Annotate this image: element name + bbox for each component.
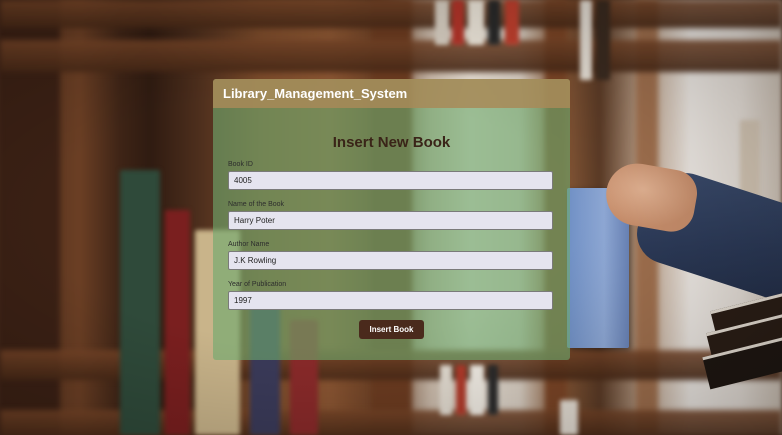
form-title: Insert New Book (332, 134, 451, 151)
publication-year-label: Year of Publication (228, 281, 287, 288)
publication-year-field-group: Year of Publication (228, 281, 553, 310)
insert-book-card: Library_Management_System Insert New Boo… (213, 79, 570, 360)
book-id-label: Book ID (228, 161, 253, 168)
card-header: Library_Management_System (213, 79, 570, 108)
insert-book-button[interactable]: Insert Book (359, 320, 424, 339)
app-title: Library_Management_System (223, 86, 408, 101)
book-id-field-group: Book ID (228, 161, 553, 190)
book-name-input[interactable] (228, 211, 553, 230)
author-name-label: Author Name (228, 241, 270, 248)
author-name-field-group: Author Name (228, 241, 553, 270)
book-id-input[interactable] (228, 171, 553, 190)
book-name-label: Name of the Book (228, 201, 285, 208)
submit-wrap: Insert Book (213, 319, 570, 339)
author-name-input[interactable] (228, 251, 553, 270)
book-name-field-group: Name of the Book (228, 201, 553, 230)
publication-year-input[interactable] (228, 291, 553, 310)
